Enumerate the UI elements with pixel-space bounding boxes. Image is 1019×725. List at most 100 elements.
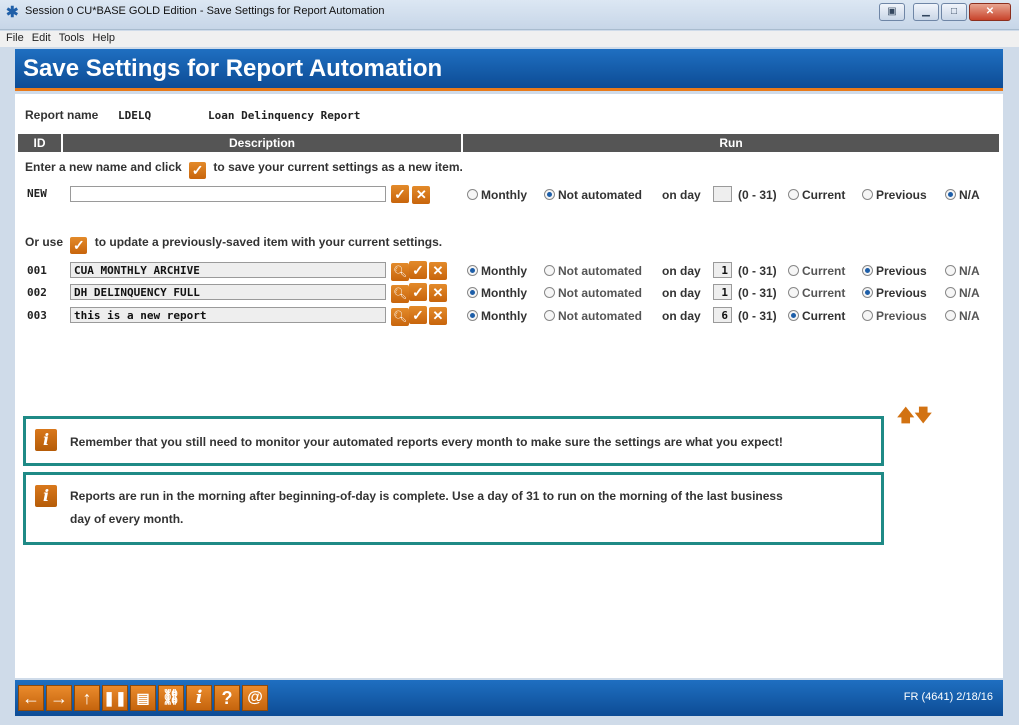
link-icon[interactable]: ⛓ [158, 685, 184, 711]
radio-na[interactable]: N/A [945, 286, 980, 300]
day-input[interactable]: 1 [713, 284, 732, 300]
radio-na[interactable]: N/A [945, 309, 980, 323]
monthly-label: Monthly [481, 264, 527, 278]
radio-icon [862, 189, 873, 200]
radio-monthly[interactable]: Monthly [467, 286, 527, 300]
view-button[interactable]: 🔍︎ [391, 263, 409, 281]
view-button[interactable]: 🔍︎ [391, 308, 409, 326]
new-radio-previous[interactable]: Previous [862, 188, 927, 202]
update-button[interactable]: ✓ [409, 283, 427, 301]
info-text-line2: day of every month. [70, 512, 184, 526]
radio-not-automated[interactable]: Not automated [544, 286, 642, 300]
radio-current[interactable]: Current [788, 309, 845, 323]
snap-icon[interactable]: ▣ [879, 3, 905, 21]
new-day-input[interactable] [713, 186, 732, 202]
new-instruction-before: Enter a new name and click [25, 160, 182, 174]
info-text: Remember that you still need to monitor … [70, 435, 783, 449]
on-day-label: on day [662, 188, 701, 202]
radio-icon [788, 310, 799, 321]
radio-icon [945, 287, 956, 298]
not-automated-label: Not automated [558, 188, 642, 202]
day-range-label: (0 - 31) [738, 309, 777, 323]
close-button[interactable]: ✕ [969, 3, 1011, 21]
report-code: LDELQ [118, 109, 152, 122]
menu-tools[interactable]: Tools [55, 31, 89, 44]
window-titlebar: ✱ Session 0 CU*BASE GOLD Edition - Save … [0, 0, 1019, 30]
at-icon[interactable]: @ [242, 685, 268, 711]
menu-edit[interactable]: Edit [28, 31, 55, 44]
update-instruction: Or use ✓ to update a previously-saved it… [25, 235, 442, 254]
day-input[interactable]: 6 [713, 307, 732, 323]
up-arrow-icon[interactable]: ↑ [74, 685, 100, 711]
day-range-label: (0 - 31) [738, 286, 777, 300]
radio-not-automated[interactable]: Not automated [544, 264, 642, 278]
back-arrow-icon[interactable]: ← [18, 685, 44, 711]
new-item-name-input[interactable] [70, 186, 386, 202]
pause-icon[interactable]: ❚❚ [102, 685, 128, 711]
day-input[interactable]: 1 [713, 262, 732, 278]
radio-previous[interactable]: Previous [862, 309, 927, 323]
radio-icon [467, 189, 478, 200]
update-button[interactable]: ✓ [409, 306, 427, 324]
info-text-line1: Reports are run in the morning after beg… [70, 489, 783, 503]
new-radio-na[interactable]: N/A [945, 188, 980, 202]
print-icon[interactable]: ▤ [130, 685, 156, 711]
scroll-down-icon[interactable]: 🡇︎ [914, 406, 931, 425]
item-name-input[interactable]: DH DELINQUENCY FULL [70, 284, 386, 300]
page-title: Save Settings for Report Automation [23, 55, 443, 82]
column-header-id: ID [18, 134, 61, 152]
new-instruction-after: to save your current settings as a new i… [213, 160, 463, 174]
radio-icon [788, 287, 799, 298]
day-range-label: (0 - 31) [738, 264, 777, 278]
new-radio-current[interactable]: Current [788, 188, 845, 202]
on-day-label: on day [662, 309, 701, 323]
update-button[interactable]: ✓ [409, 261, 427, 279]
maximize-button[interactable]: □ [941, 3, 967, 21]
radio-monthly[interactable]: Monthly [467, 309, 527, 323]
save-new-button[interactable]: ✓ [391, 185, 409, 203]
monthly-label: Monthly [481, 309, 527, 323]
radio-icon [544, 189, 555, 200]
not-automated-label: Not automated [558, 309, 642, 323]
scroll-up-icon[interactable]: 🡅︎ [897, 406, 914, 425]
item-name-input[interactable]: CUA MONTHLY ARCHIVE [70, 262, 386, 278]
new-radio-monthly[interactable]: Monthly [467, 188, 527, 202]
menu-help[interactable]: Help [88, 31, 119, 44]
not-automated-label: Not automated [558, 264, 642, 278]
forward-arrow-icon[interactable]: → [46, 685, 72, 711]
item-name-input[interactable]: this is a new report [70, 307, 386, 323]
radio-icon [945, 310, 956, 321]
help-icon[interactable]: ? [214, 685, 240, 711]
radio-icon [544, 287, 555, 298]
radio-icon [788, 189, 799, 200]
menu-bar: File Edit Tools Help [0, 31, 1019, 47]
na-label: N/A [959, 286, 980, 300]
radio-icon [862, 265, 873, 276]
clear-new-button[interactable]: ✕ [412, 186, 431, 204]
radio-current[interactable]: Current [788, 286, 845, 300]
new-item-instruction: Enter a new name and click ✓ to save you… [25, 160, 463, 179]
new-radio-not-automated[interactable]: Not automated [544, 188, 642, 202]
radio-na[interactable]: N/A [945, 264, 980, 278]
report-description: Loan Delinquency Report [208, 109, 361, 122]
footer-status: FR (4641) 2/18/16 [903, 691, 993, 703]
delete-button[interactable]: ✕ [429, 284, 447, 302]
info-icon[interactable]: i [186, 685, 212, 711]
delete-button[interactable]: ✕ [429, 307, 447, 325]
na-label: N/A [959, 309, 980, 323]
previous-label: Previous [876, 264, 927, 278]
new-item-actions: ✓ ✕ [391, 185, 431, 204]
radio-previous[interactable]: Previous [862, 286, 927, 300]
delete-button[interactable]: ✕ [429, 262, 447, 280]
radio-not-automated[interactable]: Not automated [544, 309, 642, 323]
radio-monthly[interactable]: Monthly [467, 264, 527, 278]
previous-label: Previous [876, 309, 927, 323]
window-controls: ▣ ▁ □ ✕ [879, 3, 1011, 21]
item-id: 002 [27, 286, 47, 299]
menu-file[interactable]: File [0, 31, 28, 44]
minimize-button[interactable]: ▁ [913, 3, 939, 21]
radio-previous[interactable]: Previous [862, 264, 927, 278]
view-button[interactable]: 🔍︎ [391, 285, 409, 303]
report-name-label: Report name [25, 108, 99, 122]
radio-current[interactable]: Current [788, 264, 845, 278]
